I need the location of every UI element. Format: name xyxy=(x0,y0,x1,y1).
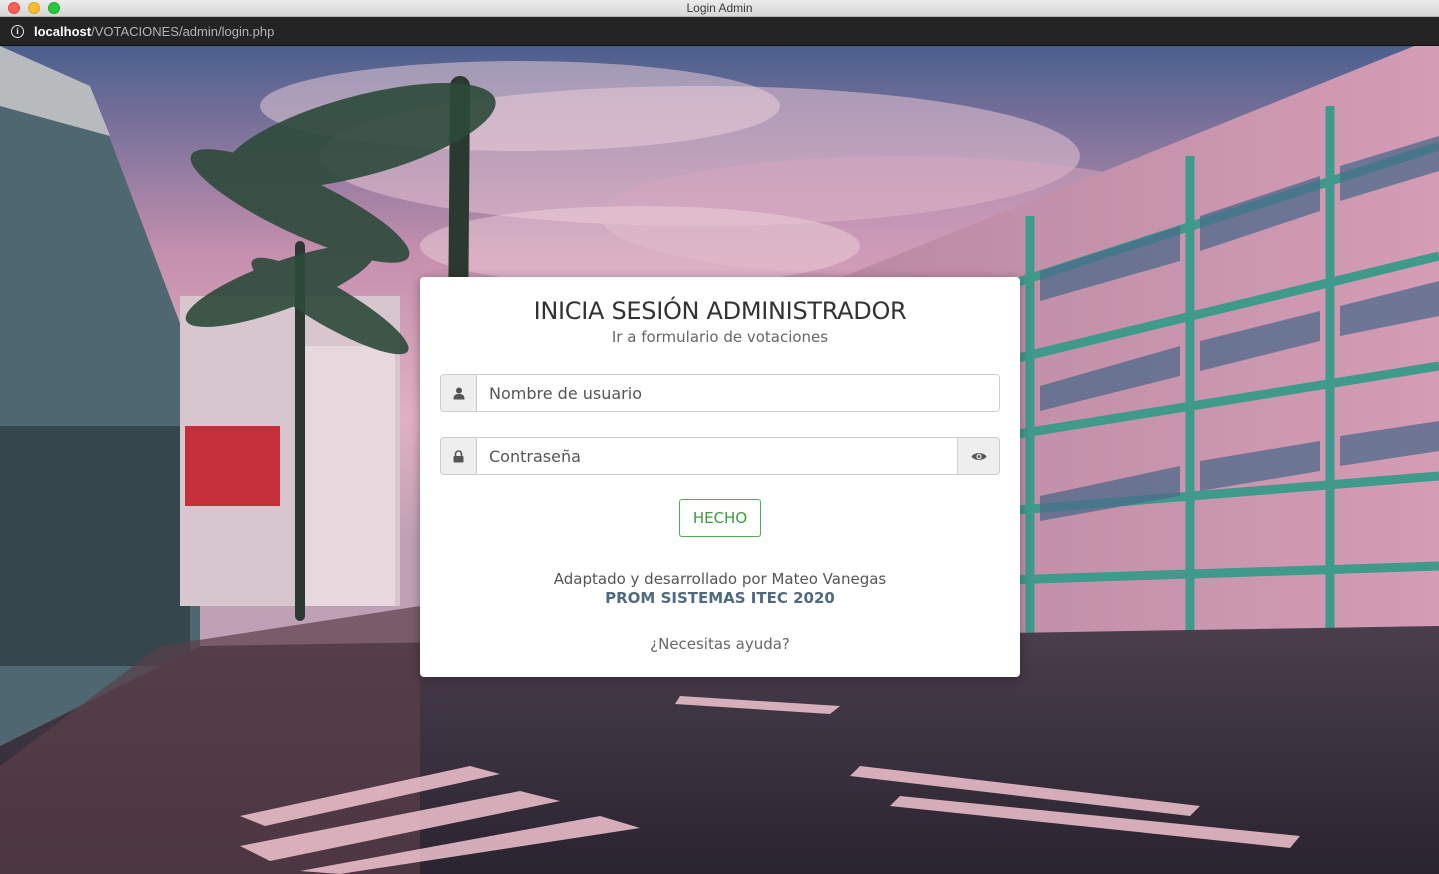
help-link[interactable]: ¿Necesitas ayuda? xyxy=(420,635,1020,654)
voting-form-link[interactable]: Ir a formulario de votaciones xyxy=(420,328,1020,346)
lock-icon-glyph xyxy=(453,449,464,462)
login-card: INICIA SESIÓN ADMINISTRADOR Ir a formula… xyxy=(420,277,1020,677)
login-title: INICIA SESIÓN ADMINISTRADOR xyxy=(533,297,907,325)
username-input[interactable] xyxy=(476,374,1000,412)
browser-window: Login Admin i localhost/VOTACIONES/admin… xyxy=(0,0,1439,874)
url-text[interactable]: localhost/VOTACIONES/admin/login.php xyxy=(34,24,274,39)
window-title: Login Admin xyxy=(686,1,753,15)
address-bar[interactable]: i localhost/VOTACIONES/admin/login.php xyxy=(0,17,1439,46)
password-input[interactable] xyxy=(476,437,958,475)
lock-icon xyxy=(440,437,476,475)
user-icon-glyph xyxy=(453,387,464,399)
eye-icon[interactable] xyxy=(958,437,1000,475)
credit-line: Adaptado y desarrollado por Mateo Vanega… xyxy=(553,570,887,588)
user-icon xyxy=(440,374,476,412)
username-input-group xyxy=(440,374,1000,412)
password-input-group xyxy=(440,437,1000,475)
submit-button[interactable]: HECHO xyxy=(679,499,761,537)
url-host: localhost xyxy=(34,24,92,39)
info-icon[interactable]: i xyxy=(11,25,24,38)
url-path: /VOTACIONES/admin/login.php xyxy=(91,24,275,39)
title-bar: Login Admin xyxy=(0,0,1439,17)
credit-organization: PROM SISTEMAS ITEC 2020 xyxy=(605,589,835,607)
show-password-toggle[interactable] xyxy=(971,451,987,462)
